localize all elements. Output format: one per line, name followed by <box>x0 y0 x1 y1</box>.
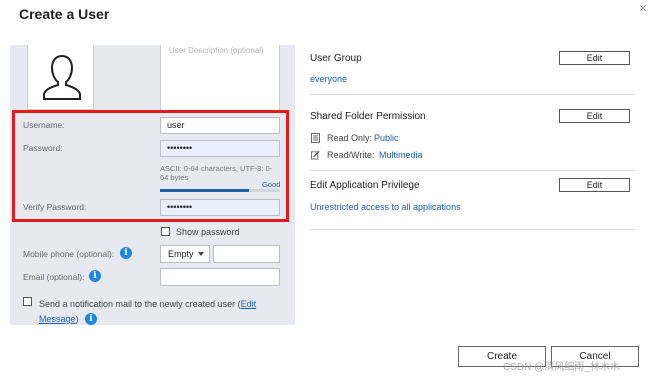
divider <box>310 94 635 95</box>
notify-label: Send a notification mail to the newly cr… <box>39 299 241 309</box>
show-password-checkbox[interactable] <box>161 227 170 236</box>
email-label: Email (optional): <box>23 272 85 282</box>
shared-folder-edit-button[interactable]: Edit <box>559 109 630 123</box>
divider <box>310 229 635 230</box>
read-only-label: Read Only: <box>327 133 373 143</box>
chevron-down-icon <box>198 252 204 256</box>
description-placeholder: User Description (optional) <box>169 46 264 55</box>
app-privilege-value[interactable]: Unrestricted access to all applications <box>310 202 461 212</box>
divider <box>310 170 635 171</box>
shared-folder-title: Shared Folder Permission <box>310 111 426 122</box>
country-code-select[interactable]: Empty <box>160 245 210 263</box>
avatar[interactable] <box>27 45 94 110</box>
mobile-phone-label: Mobile phone (optional): <box>23 249 115 259</box>
user-silhouette-icon <box>43 54 81 100</box>
description-field[interactable]: User Description (optional) <box>160 45 280 111</box>
close-icon[interactable]: ✕ <box>637 3 649 15</box>
read-write-value[interactable]: Multimedia <box>379 150 423 160</box>
email-info-icon[interactable]: i <box>89 270 101 282</box>
document-icon <box>311 133 320 143</box>
notify-checkbox[interactable] <box>23 297 32 306</box>
mobile-info-icon[interactable]: i <box>120 247 132 259</box>
country-code-value: Empty <box>168 249 194 259</box>
mobile-phone-input[interactable] <box>213 245 280 263</box>
edit-message-link-1[interactable]: Edit <box>241 299 257 309</box>
user-group-edit-button[interactable]: Edit <box>559 51 630 65</box>
dialog-title: Create a User <box>19 6 110 22</box>
highlight-frame <box>12 110 289 222</box>
read-write-label: Read/Write: <box>327 150 375 160</box>
user-group-title: User Group <box>310 53 362 64</box>
notify-text: Send a notification mail to the newly cr… <box>39 297 264 327</box>
show-password-label: Show password <box>176 227 240 237</box>
email-input[interactable] <box>160 268 280 286</box>
app-privilege-title: Edit Application Privilege <box>310 180 420 191</box>
read-only-value[interactable]: Public <box>374 133 399 143</box>
notify-info-icon[interactable]: i <box>85 313 97 325</box>
notify-close: ) <box>75 314 79 324</box>
watermark: CSDN @清风细雨_林木木 <box>503 362 620 373</box>
user-group-value[interactable]: everyone <box>310 74 347 84</box>
edit-document-icon <box>311 151 320 160</box>
app-privilege-edit-button[interactable]: Edit <box>559 178 630 192</box>
edit-message-link-2[interactable]: Message <box>39 314 76 324</box>
